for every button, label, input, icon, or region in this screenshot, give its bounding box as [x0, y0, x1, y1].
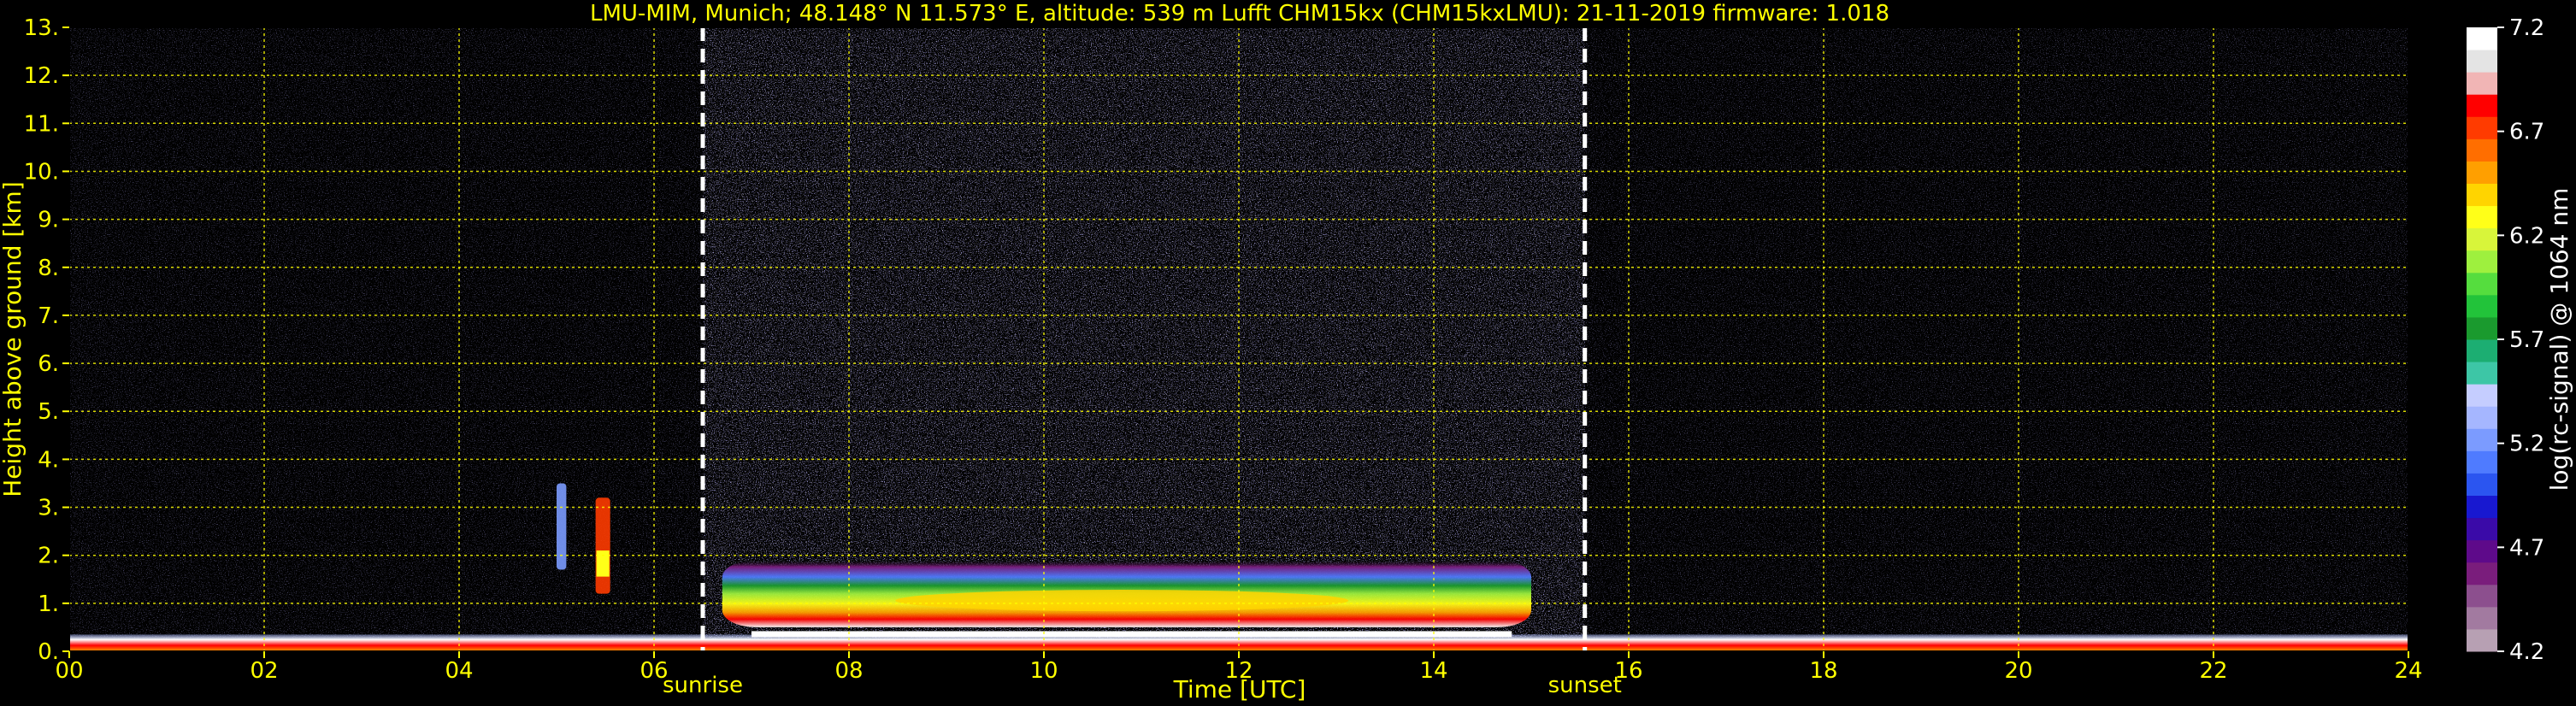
- colorbar-swatch: [2467, 72, 2497, 95]
- x-tick-label: 16: [1614, 658, 1642, 684]
- colorbar-tick-label: 5.2: [2509, 432, 2544, 457]
- y-tick-label: 12.: [24, 63, 59, 89]
- x-axis-label: Time [UTC]: [1173, 675, 1306, 703]
- event-label-sunrise: sunrise: [663, 673, 743, 698]
- x-tick-label: 10: [1029, 658, 1058, 684]
- colorbar-swatch: [2467, 294, 2497, 318]
- colorbar-swatch: [2467, 584, 2497, 608]
- y-tick-label: 8.: [38, 256, 59, 281]
- layer-cloud-core: [596, 550, 610, 577]
- colorbar-swatch: [2467, 606, 2497, 630]
- y-tick-label: 13.: [24, 15, 59, 41]
- colorbar-swatch: [2467, 628, 2497, 652]
- colorbar-swatch: [2467, 428, 2497, 451]
- event-label-sunset: sunset: [1548, 673, 1622, 698]
- x-tick-label: 24: [2394, 658, 2422, 684]
- y-tick-label: 4.: [38, 447, 59, 473]
- x-tick-label: 22: [2199, 658, 2227, 684]
- x-tick-label: 04: [445, 658, 473, 684]
- colorbar-swatch: [2467, 406, 2497, 429]
- x-tick-label: 06: [640, 658, 668, 684]
- y-tick-label: 9.: [38, 208, 59, 233]
- y-tick-label: 1.: [38, 591, 59, 617]
- colorbar-tick-label: 7.2: [2509, 15, 2544, 41]
- colorbar-swatch: [2467, 539, 2497, 563]
- colorbar-label: log(rc-signal) @ 1064 nm: [2545, 188, 2573, 491]
- colorbar: [2467, 27, 2497, 652]
- x-tick-label: 18: [1809, 658, 1837, 684]
- colorbar-swatch: [2467, 517, 2497, 541]
- colorbar-swatch: [2467, 183, 2497, 207]
- colorbar-tick-label: 6.7: [2509, 120, 2544, 145]
- colorbar-swatch: [2467, 450, 2497, 474]
- colorbar-swatch: [2467, 562, 2497, 585]
- y-tick-label: 11.: [24, 111, 59, 137]
- y-tick-label: 10.: [24, 159, 59, 185]
- colorbar-swatch: [2467, 339, 2497, 362]
- y-tick-label: 2.: [38, 544, 59, 569]
- x-tick-label: 02: [250, 658, 278, 684]
- colorbar-swatch: [2467, 138, 2497, 162]
- daylight-noise: [703, 27, 1585, 651]
- y-tick-label: 7.: [38, 303, 59, 329]
- y-axis-label: Height above ground [km]: [0, 181, 27, 497]
- ceilometer-chart: LMU-MIM, Munich; 48.148° N 11.573° E, al…: [0, 1, 2573, 703]
- colorbar-swatch: [2467, 316, 2497, 340]
- colorbar-swatch: [2467, 495, 2497, 519]
- x-tick-label: 14: [1419, 658, 1447, 684]
- plot-area: sunrise sunset: [68, 26, 2409, 698]
- colorbar-ticks: 4.2 4.7 5.2 5.7 6.2 6.7 7.2: [2497, 15, 2544, 665]
- colorbar-swatch: [2467, 384, 2497, 407]
- colorbar-swatch: [2467, 227, 2497, 251]
- colorbar-swatch: [2467, 272, 2497, 296]
- colorbar-swatch: [2467, 205, 2497, 229]
- x-tick-label: 20: [2004, 658, 2032, 684]
- y-tick-label: 6.: [38, 351, 59, 377]
- colorbar-swatch: [2467, 161, 2497, 184]
- y-axis-ticks: 0. 1. 2. 3. 4. 5. 6. 7. 8. 9. 10. 11. 12. 13.: [24, 15, 69, 665]
- colorbar-swatch: [2467, 250, 2497, 274]
- colorbar-tick-label: 5.7: [2509, 327, 2544, 353]
- y-tick-label: 5.: [38, 399, 59, 425]
- layer-core: [895, 590, 1349, 612]
- layer-cloud: [557, 483, 567, 570]
- colorbar-swatch: [2467, 116, 2497, 139]
- layer-base-line: [752, 631, 1512, 638]
- chart-title: LMU-MIM, Munich; 48.148° N 11.573° E, al…: [590, 1, 1889, 26]
- colorbar-tick-label: 4.2: [2509, 639, 2544, 665]
- colorbar-swatch: [2467, 362, 2497, 385]
- y-tick-label: 0.: [38, 639, 59, 665]
- colorbar-swatch: [2467, 473, 2497, 496]
- x-tick-label: 08: [834, 658, 863, 684]
- colorbar-swatch: [2467, 27, 2497, 50]
- colorbar-tick-label: 6.2: [2509, 223, 2544, 249]
- y-tick-label: 3.: [38, 496, 59, 521]
- colorbar-swatch: [2467, 94, 2497, 117]
- x-tick-label: 00: [55, 658, 83, 684]
- colorbar-tick-label: 4.7: [2509, 535, 2544, 561]
- colorbar-swatch: [2467, 50, 2497, 73]
- layer-cloud: [595, 497, 610, 594]
